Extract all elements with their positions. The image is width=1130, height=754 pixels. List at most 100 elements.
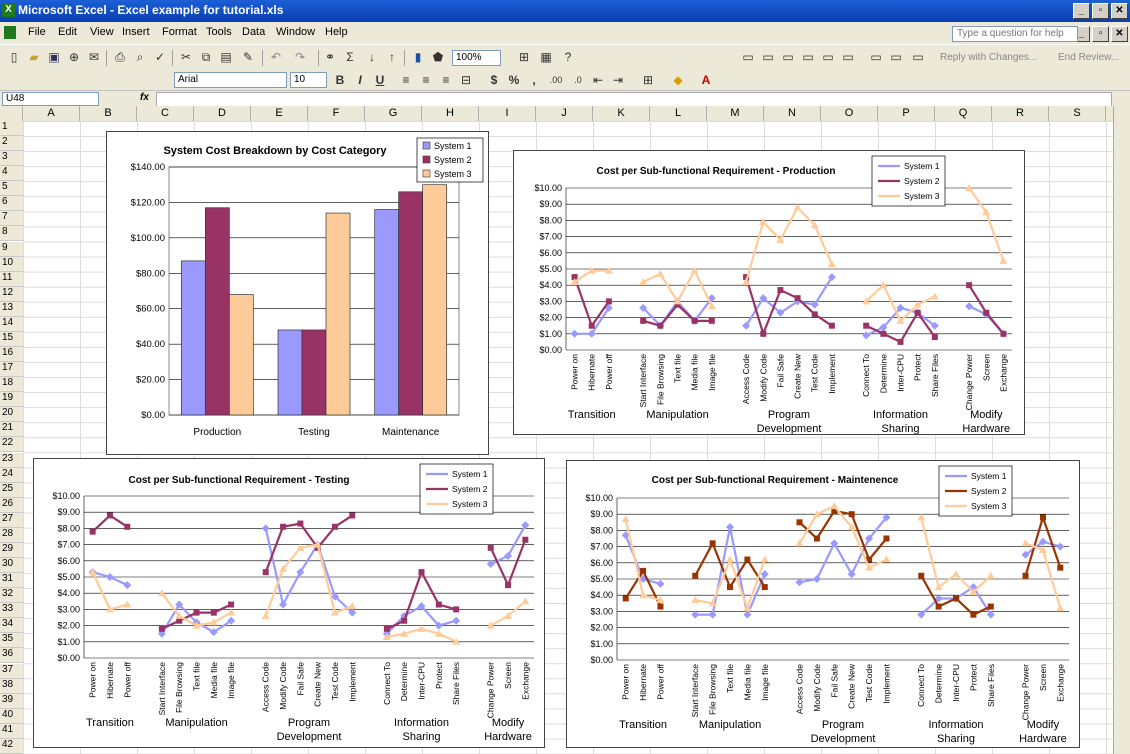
close-button[interactable]: ✕	[1111, 3, 1128, 19]
row-header-20[interactable]: 20	[0, 407, 24, 423]
row-header-7[interactable]: 7	[0, 211, 24, 227]
review-icon-6[interactable]: ▭	[840, 49, 856, 65]
review-icon-7[interactable]: ▭	[868, 49, 884, 65]
row-header-17[interactable]: 17	[0, 362, 24, 378]
row-header-10[interactable]: 10	[0, 256, 24, 272]
review-icon-1[interactable]: ▭	[740, 49, 756, 65]
zoom-select[interactable]: 100%	[452, 50, 501, 66]
row-header-33[interactable]: 33	[0, 603, 24, 619]
row-header-8[interactable]: 8	[0, 226, 24, 242]
select-all-corner[interactable]	[0, 106, 23, 121]
row-header-12[interactable]: 12	[0, 286, 24, 302]
increase-decimal-icon[interactable]: .00	[548, 72, 564, 88]
row-header-31[interactable]: 31	[0, 573, 24, 589]
currency-button[interactable]: $	[486, 72, 502, 88]
menu-help[interactable]: Help	[325, 26, 348, 38]
column-header-J[interactable]: J	[536, 106, 593, 121]
restore-button[interactable]: ▫	[1092, 3, 1109, 19]
row-header-21[interactable]: 21	[0, 422, 24, 438]
row-header-13[interactable]: 13	[0, 301, 24, 317]
menu-format[interactable]: Format	[162, 26, 197, 38]
column-header-I[interactable]: I	[479, 106, 536, 121]
row-header-39[interactable]: 39	[0, 693, 24, 709]
column-header-E[interactable]: E	[251, 106, 308, 121]
sort-ascending-icon[interactable]: ↓	[364, 49, 380, 65]
print-icon[interactable]: ⎙	[112, 49, 128, 65]
column-header-G[interactable]: G	[365, 106, 422, 121]
column-header-L[interactable]: L	[650, 106, 707, 121]
row-header-30[interactable]: 30	[0, 558, 24, 574]
paste-icon[interactable]: ▤	[218, 49, 234, 65]
percent-button[interactable]: %	[506, 72, 522, 88]
column-header-D[interactable]: D	[194, 106, 251, 121]
row-header-11[interactable]: 11	[0, 271, 24, 287]
drawing-icon[interactable]: ⬟	[430, 49, 446, 65]
row-header-37[interactable]: 37	[0, 663, 24, 679]
fill-color-icon[interactable]: ◆	[670, 72, 686, 88]
column-header-M[interactable]: M	[707, 106, 764, 121]
row-header-16[interactable]: 16	[0, 347, 24, 363]
font-select[interactable]: Arial	[174, 72, 287, 88]
row-header-9[interactable]: 9	[0, 241, 24, 257]
row-header-1[interactable]: 1	[0, 121, 24, 136]
row-header-41[interactable]: 41	[0, 723, 24, 739]
row-header-19[interactable]: 19	[0, 392, 24, 408]
comma-button[interactable]: ,	[526, 72, 542, 88]
print-preview-icon[interactable]: ⌕	[132, 49, 148, 65]
menu-edit[interactable]: Edit	[58, 26, 77, 38]
row-header-6[interactable]: 6	[0, 196, 24, 212]
column-header-Q[interactable]: Q	[935, 106, 992, 121]
chart-system-cost-breakdown[interactable]: System Cost Breakdown by Cost Category $0…	[106, 131, 489, 455]
review-icon-3[interactable]: ▭	[780, 49, 796, 65]
underline-button[interactable]: U	[372, 72, 388, 88]
row-header-29[interactable]: 29	[0, 542, 24, 558]
row-header-24[interactable]: 24	[0, 467, 24, 483]
row-header-22[interactable]: 22	[0, 437, 24, 453]
decrease-indent-icon[interactable]: ⇤	[590, 72, 606, 88]
chart-wizard-icon[interactable]: ▮	[410, 49, 426, 65]
menu-data[interactable]: Data	[242, 26, 265, 38]
vertical-scrollbar[interactable]	[1113, 106, 1130, 754]
column-header-B[interactable]: B	[80, 106, 137, 121]
row-header-26[interactable]: 26	[0, 497, 24, 513]
menu-file[interactable]: File	[28, 26, 46, 38]
sort-descending-icon[interactable]: ↑	[384, 49, 400, 65]
chart-production[interactable]: Cost per Sub-functional Requirement - Pr…	[513, 150, 1025, 435]
open-icon[interactable]: ▰	[26, 49, 42, 65]
row-header-27[interactable]: 27	[0, 512, 24, 528]
minimize-button[interactable]: _	[1073, 3, 1090, 19]
italic-button[interactable]: I	[352, 72, 368, 88]
chart-testing[interactable]: Cost per Sub-functional Requirement - Te…	[33, 458, 545, 748]
row-header-34[interactable]: 34	[0, 618, 24, 634]
grid-icon[interactable]: ▦	[538, 49, 554, 65]
row-header-35[interactable]: 35	[0, 633, 24, 649]
column-header-O[interactable]: O	[821, 106, 878, 121]
cut-icon[interactable]: ✂	[178, 49, 194, 65]
column-header-P[interactable]: P	[878, 106, 935, 121]
redo-icon[interactable]: ↷	[292, 49, 308, 65]
column-header-F[interactable]: F	[308, 106, 365, 121]
row-header-25[interactable]: 25	[0, 482, 24, 498]
column-header-H[interactable]: H	[422, 106, 479, 121]
save-icon[interactable]: ▣	[46, 49, 62, 65]
review-icon-9[interactable]: ▭	[910, 49, 926, 65]
help-question-input[interactable]: Type a question for help	[952, 26, 1078, 42]
excel-app-icon[interactable]: X	[2, 3, 15, 17]
format-painter-icon[interactable]: ✎	[240, 49, 256, 65]
font-size-select[interactable]: 10	[290, 72, 327, 88]
row-header-14[interactable]: 14	[0, 316, 24, 332]
merge-center-icon[interactable]: ⊟	[458, 72, 474, 88]
new-icon[interactable]: ▯	[6, 49, 22, 65]
email-icon[interactable]: ✉	[86, 49, 102, 65]
row-header-2[interactable]: 2	[0, 136, 24, 152]
row-header-3[interactable]: 3	[0, 151, 24, 167]
align-right-icon[interactable]: ≡	[438, 72, 454, 88]
column-header-S[interactable]: S	[1049, 106, 1106, 121]
review-icon-4[interactable]: ▭	[800, 49, 816, 65]
chart-maintenence[interactable]: Cost per Sub-functional Requirement - Ma…	[566, 460, 1080, 748]
increase-indent-icon[interactable]: ⇥	[610, 72, 626, 88]
bold-button[interactable]: B	[332, 72, 348, 88]
hyperlink-icon[interactable]: ⚭	[322, 49, 338, 65]
borders-icon[interactable]: ⊞	[516, 49, 532, 65]
permission-icon[interactable]: ⊕	[66, 49, 82, 65]
